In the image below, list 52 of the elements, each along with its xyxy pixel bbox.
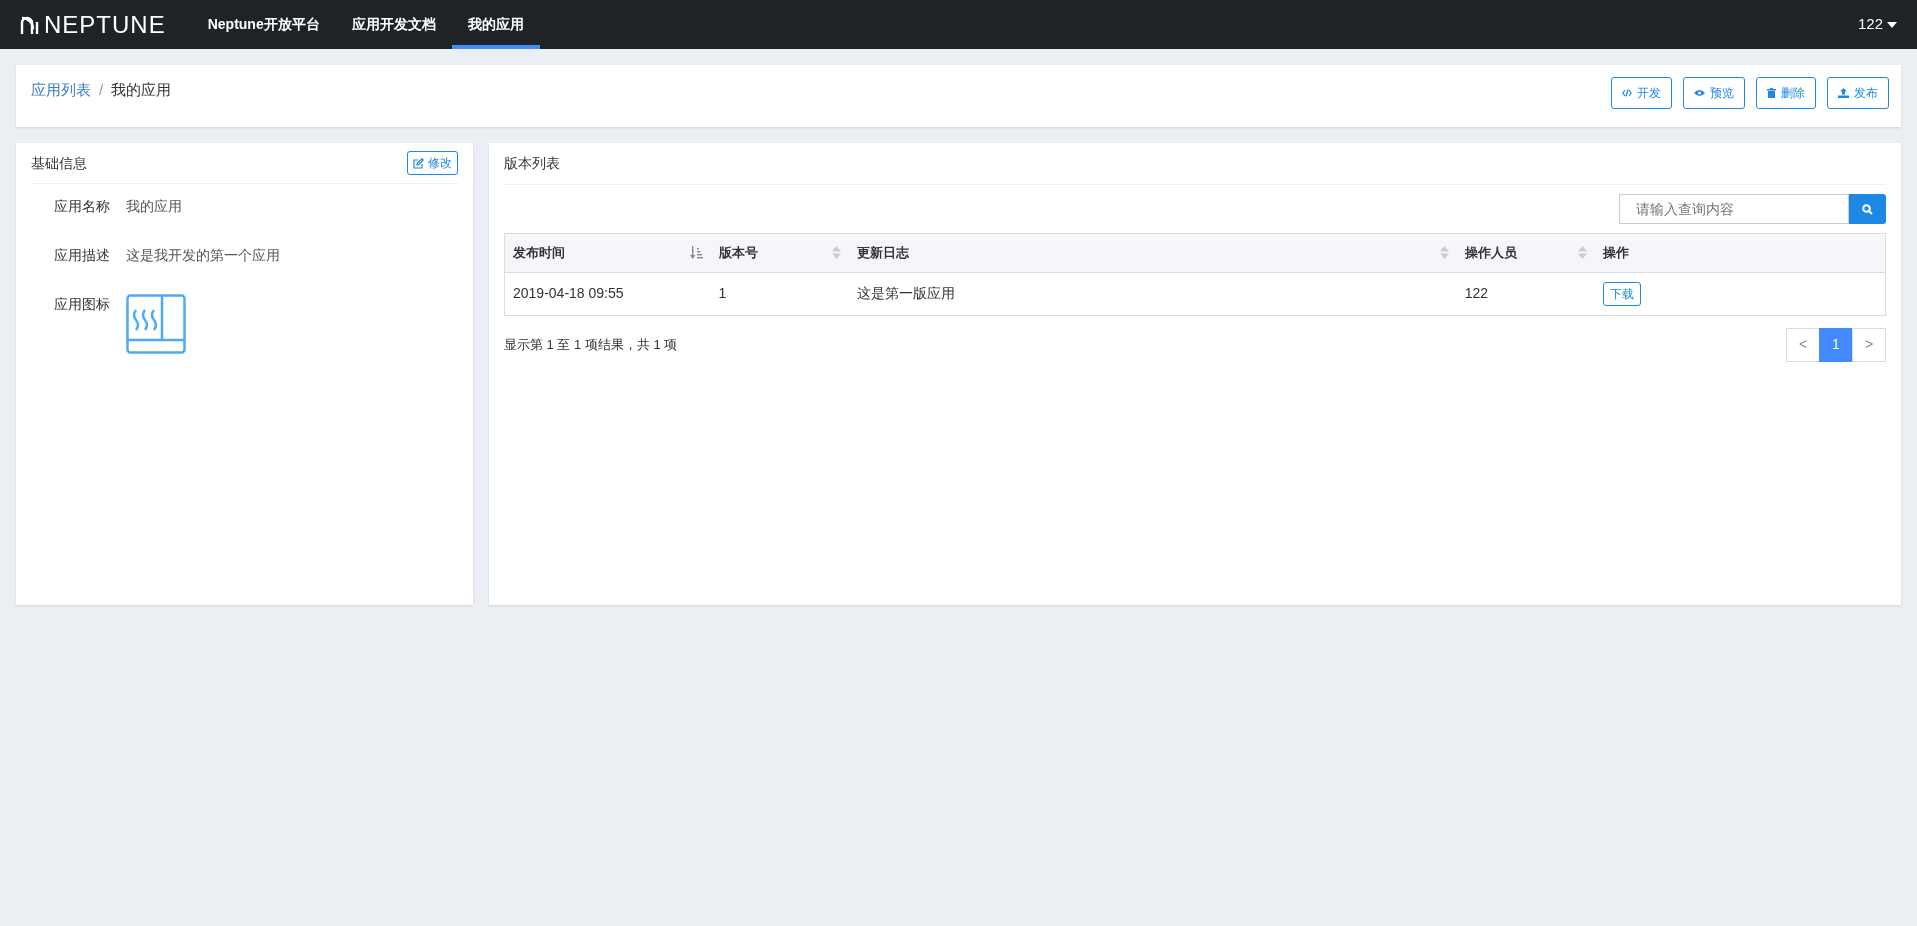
breadcrumb-current: 我的应用	[111, 80, 172, 100]
sort-icon[interactable]	[1439, 246, 1449, 260]
page-button[interactable]: <	[1786, 327, 1820, 362]
user-menu[interactable]: 122	[1857, 0, 1897, 49]
breadcrumb-link[interactable]: 应用列表	[31, 79, 91, 102]
edit-button[interactable]: 修改	[407, 151, 458, 175]
table-cell: 这是第一版应用	[856, 285, 955, 301]
column-header-cell[interactable]: 发布时间	[504, 233, 711, 272]
action-button[interactable]: 开发	[1611, 77, 1672, 109]
column-header-cell[interactable]: 版本号	[710, 233, 849, 272]
action-button[interactable]: 预览	[1683, 77, 1745, 109]
sort-icon[interactable]	[1577, 246, 1587, 260]
column-header: 发布时间	[513, 244, 565, 262]
table-cell: 2019-04-18 09:55	[513, 285, 624, 301]
search-button[interactable]	[1849, 194, 1886, 224]
sort-icon[interactable]	[831, 246, 841, 260]
field-label: 应用图标	[53, 295, 111, 314]
table-cell: 1	[718, 285, 727, 301]
panel-title: 版本列表	[504, 143, 1886, 185]
nav-tab[interactable]: 应用开发文档	[335, 0, 452, 49]
breadcrumb-separator: /	[99, 80, 104, 100]
pagination-summary: 显示第 1 至 1 项结果，共 1 项	[504, 335, 678, 354]
field-label: 应用描述	[53, 246, 111, 265]
field-value: 这是我开发的第一个应用	[126, 246, 280, 265]
download-button[interactable]: 下载	[1602, 281, 1641, 306]
nav-tab[interactable]: 我的应用	[451, 0, 540, 49]
trash-icon	[1767, 88, 1776, 98]
brand-name: NEPTUNE	[44, 9, 166, 40]
column-header-cell[interactable]: 更新日志	[848, 233, 1457, 272]
code-icon	[1622, 88, 1632, 98]
caret-icon	[1887, 21, 1897, 28]
sort-descending-icon[interactable]	[689, 246, 703, 260]
nav-tab[interactable]: Neptune开放平台	[191, 0, 336, 49]
search-icon	[1862, 203, 1873, 215]
action-button[interactable]: 删除	[1756, 77, 1816, 109]
table-cell: 122	[1464, 285, 1489, 301]
upload-icon	[1838, 88, 1849, 98]
app-icon	[126, 294, 186, 354]
column-header: 操作	[1602, 244, 1629, 262]
eye-icon	[1694, 89, 1705, 97]
edit-icon	[413, 157, 424, 169]
field-label: 应用名称	[53, 197, 111, 216]
column-header: 操作人员	[1464, 244, 1517, 262]
column-header: 更新日志	[856, 244, 909, 262]
field-value: 我的应用	[126, 197, 182, 216]
action-button[interactable]: 发布	[1827, 77, 1889, 109]
page-button[interactable]: >	[1852, 327, 1886, 362]
panel-title: 基础信息	[31, 153, 87, 173]
page-button[interactable]: 1	[1819, 327, 1853, 362]
column-header-cell[interactable]: 操作人员	[1456, 233, 1595, 272]
column-header: 版本号	[718, 244, 758, 262]
search-field[interactable]: 请输入查询内容	[1619, 194, 1849, 224]
